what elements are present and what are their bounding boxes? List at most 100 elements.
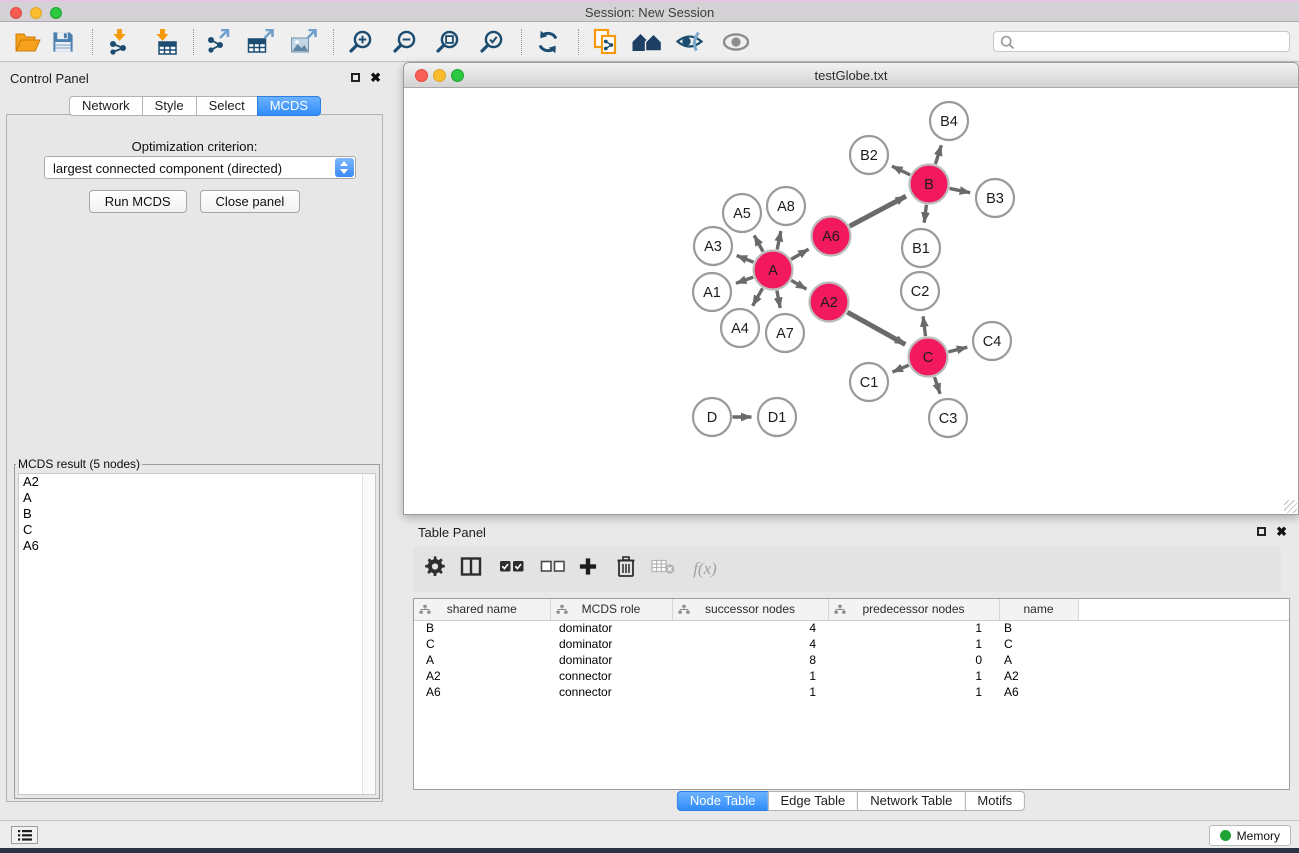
graph-edge-B-B4[interactable]: [935, 145, 941, 164]
tab-network[interactable]: Network: [69, 96, 143, 116]
graph-edge-A-A6[interactable]: [791, 249, 809, 259]
cell-name[interactable]: C: [999, 636, 1078, 652]
import-table-icon[interactable]: [152, 29, 178, 55]
graph-edge-A2-C[interactable]: [847, 312, 905, 344]
graph-node-B[interactable]: B: [910, 165, 949, 204]
save-session-icon[interactable]: [52, 30, 75, 53]
cell-MCDS-role[interactable]: dominator: [550, 652, 672, 668]
graph-edge-A-A5[interactable]: [754, 235, 763, 251]
cell-MCDS-role[interactable]: dominator: [550, 620, 672, 636]
graph-edge-A-A2[interactable]: [791, 280, 806, 289]
criterion-select[interactable]: largest connected component (directed): [44, 156, 356, 179]
tab-select[interactable]: Select: [196, 96, 258, 116]
open-session-icon[interactable]: [15, 31, 41, 53]
cell-name[interactable]: B: [999, 620, 1078, 636]
cell-predecessor-nodes[interactable]: 0: [828, 652, 999, 668]
graph-edge-C-C4[interactable]: [948, 347, 967, 352]
refresh-icon[interactable]: [535, 29, 561, 55]
table-row[interactable]: A2connector11A2: [414, 668, 1290, 684]
network-graph[interactable]: B4B2BB3A8A5A6A3B1AC2A1A2A4A7C4CC1C3DD1: [404, 88, 1298, 514]
graph-edge-A-A1[interactable]: [736, 277, 753, 283]
task-history-button[interactable]: [11, 826, 38, 844]
graph-edge-B-B2[interactable]: [892, 166, 910, 175]
export-image-icon[interactable]: [291, 29, 318, 55]
cell-name[interactable]: A: [999, 652, 1078, 668]
graph-node-C1[interactable]: C1: [850, 363, 888, 401]
deselect-all-icon[interactable]: [541, 560, 566, 578]
graph-node-D[interactable]: D: [693, 398, 731, 436]
zoom-selected-icon[interactable]: [479, 28, 506, 55]
resize-grip-icon[interactable]: [1284, 500, 1297, 513]
zoom-out-icon[interactable]: [392, 28, 419, 55]
home-icon[interactable]: [632, 30, 663, 54]
network-canvas[interactable]: B4B2BB3A8A5A6A3B1AC2A1A2A4A7C4CC1C3DD1: [404, 88, 1298, 514]
graph-node-B1[interactable]: B1: [902, 229, 940, 267]
graph-node-C[interactable]: C: [909, 338, 948, 377]
float-panel-icon[interactable]: [351, 73, 360, 82]
cell-MCDS-role[interactable]: connector: [550, 684, 672, 700]
tab-motifs[interactable]: Motifs: [964, 791, 1025, 811]
graph-edge-B-B3[interactable]: [950, 188, 971, 192]
zoom-in-icon[interactable]: [348, 28, 375, 55]
graph-node-A[interactable]: A: [754, 251, 793, 290]
graph-node-B4[interactable]: B4: [930, 102, 968, 140]
mcds-result-item[interactable]: C: [19, 522, 375, 538]
graph-node-A4[interactable]: A4: [721, 309, 759, 347]
search-field[interactable]: [993, 31, 1290, 52]
cell-predecessor-nodes[interactable]: 1: [828, 668, 999, 684]
graph-edge-A-A8[interactable]: [777, 231, 781, 249]
mcds-result-list[interactable]: A2ABCA6: [18, 473, 376, 795]
cell-shared-name[interactable]: A: [414, 652, 550, 668]
column-header-MCDS-role[interactable]: MCDS role: [550, 599, 672, 620]
cell-successor-nodes[interactable]: 8: [672, 652, 828, 668]
tab-node-table[interactable]: Node Table: [677, 791, 769, 811]
cell-predecessor-nodes[interactable]: 1: [828, 636, 999, 652]
cell-predecessor-nodes[interactable]: 1: [828, 684, 999, 700]
close-panel-button[interactable]: Close panel: [200, 190, 301, 213]
memory-button[interactable]: Memory: [1209, 825, 1291, 846]
tab-mcds[interactable]: MCDS: [257, 96, 321, 116]
tab-edge-table[interactable]: Edge Table: [767, 791, 858, 811]
add-row-icon[interactable]: [578, 557, 598, 582]
table-row[interactable]: Bdominator41B: [414, 620, 1290, 636]
graph-edge-A6-B[interactable]: [850, 196, 906, 226]
column-header-shared-name[interactable]: shared name: [414, 599, 550, 620]
graph-node-A6[interactable]: A6: [812, 217, 851, 256]
cell-successor-nodes[interactable]: 4: [672, 620, 828, 636]
close-panel-icon[interactable]: ✖: [1276, 526, 1287, 537]
mcds-result-item[interactable]: A6: [19, 538, 375, 554]
graph-edge-B-B1[interactable]: [924, 205, 926, 223]
table-settings-icon[interactable]: [424, 556, 446, 583]
cell-shared-name[interactable]: C: [414, 636, 550, 652]
table-row[interactable]: Adominator80A: [414, 652, 1290, 668]
graph-edge-C-C2[interactable]: [923, 316, 925, 336]
graph-node-A5[interactable]: A5: [723, 194, 761, 232]
duplicate-network-icon[interactable]: [593, 28, 619, 55]
run-mcds-button[interactable]: Run MCDS: [89, 190, 187, 213]
graph-edge-A-A7[interactable]: [777, 291, 780, 308]
graph-node-A1[interactable]: A1: [693, 273, 731, 311]
export-network-icon[interactable]: [205, 29, 231, 55]
graph-node-C4[interactable]: C4: [973, 322, 1011, 360]
cell-shared-name[interactable]: A6: [414, 684, 550, 700]
cell-successor-nodes[interactable]: 1: [672, 668, 828, 684]
table-row[interactable]: A6connector11A6: [414, 684, 1290, 700]
graph-edge-C-C1[interactable]: [893, 365, 909, 372]
column-header-successor-nodes[interactable]: successor nodes: [672, 599, 828, 620]
hide-annotations-icon[interactable]: [676, 29, 705, 54]
graph-node-C3[interactable]: C3: [929, 399, 967, 437]
graph-node-A7[interactable]: A7: [766, 314, 804, 352]
search-input[interactable]: [1018, 33, 1283, 50]
cell-MCDS-role[interactable]: dominator: [550, 636, 672, 652]
cell-shared-name[interactable]: B: [414, 620, 550, 636]
cell-name[interactable]: A6: [999, 684, 1078, 700]
graph-node-C2[interactable]: C2: [901, 272, 939, 310]
cell-name[interactable]: A2: [999, 668, 1078, 684]
mcds-result-item[interactable]: A: [19, 490, 375, 506]
cell-successor-nodes[interactable]: 4: [672, 636, 828, 652]
graph-node-A8[interactable]: A8: [767, 187, 805, 225]
graph-node-B3[interactable]: B3: [976, 179, 1014, 217]
cell-MCDS-role[interactable]: connector: [550, 668, 672, 684]
graph-node-A2[interactable]: A2: [810, 283, 849, 322]
import-network-icon[interactable]: [107, 29, 133, 55]
